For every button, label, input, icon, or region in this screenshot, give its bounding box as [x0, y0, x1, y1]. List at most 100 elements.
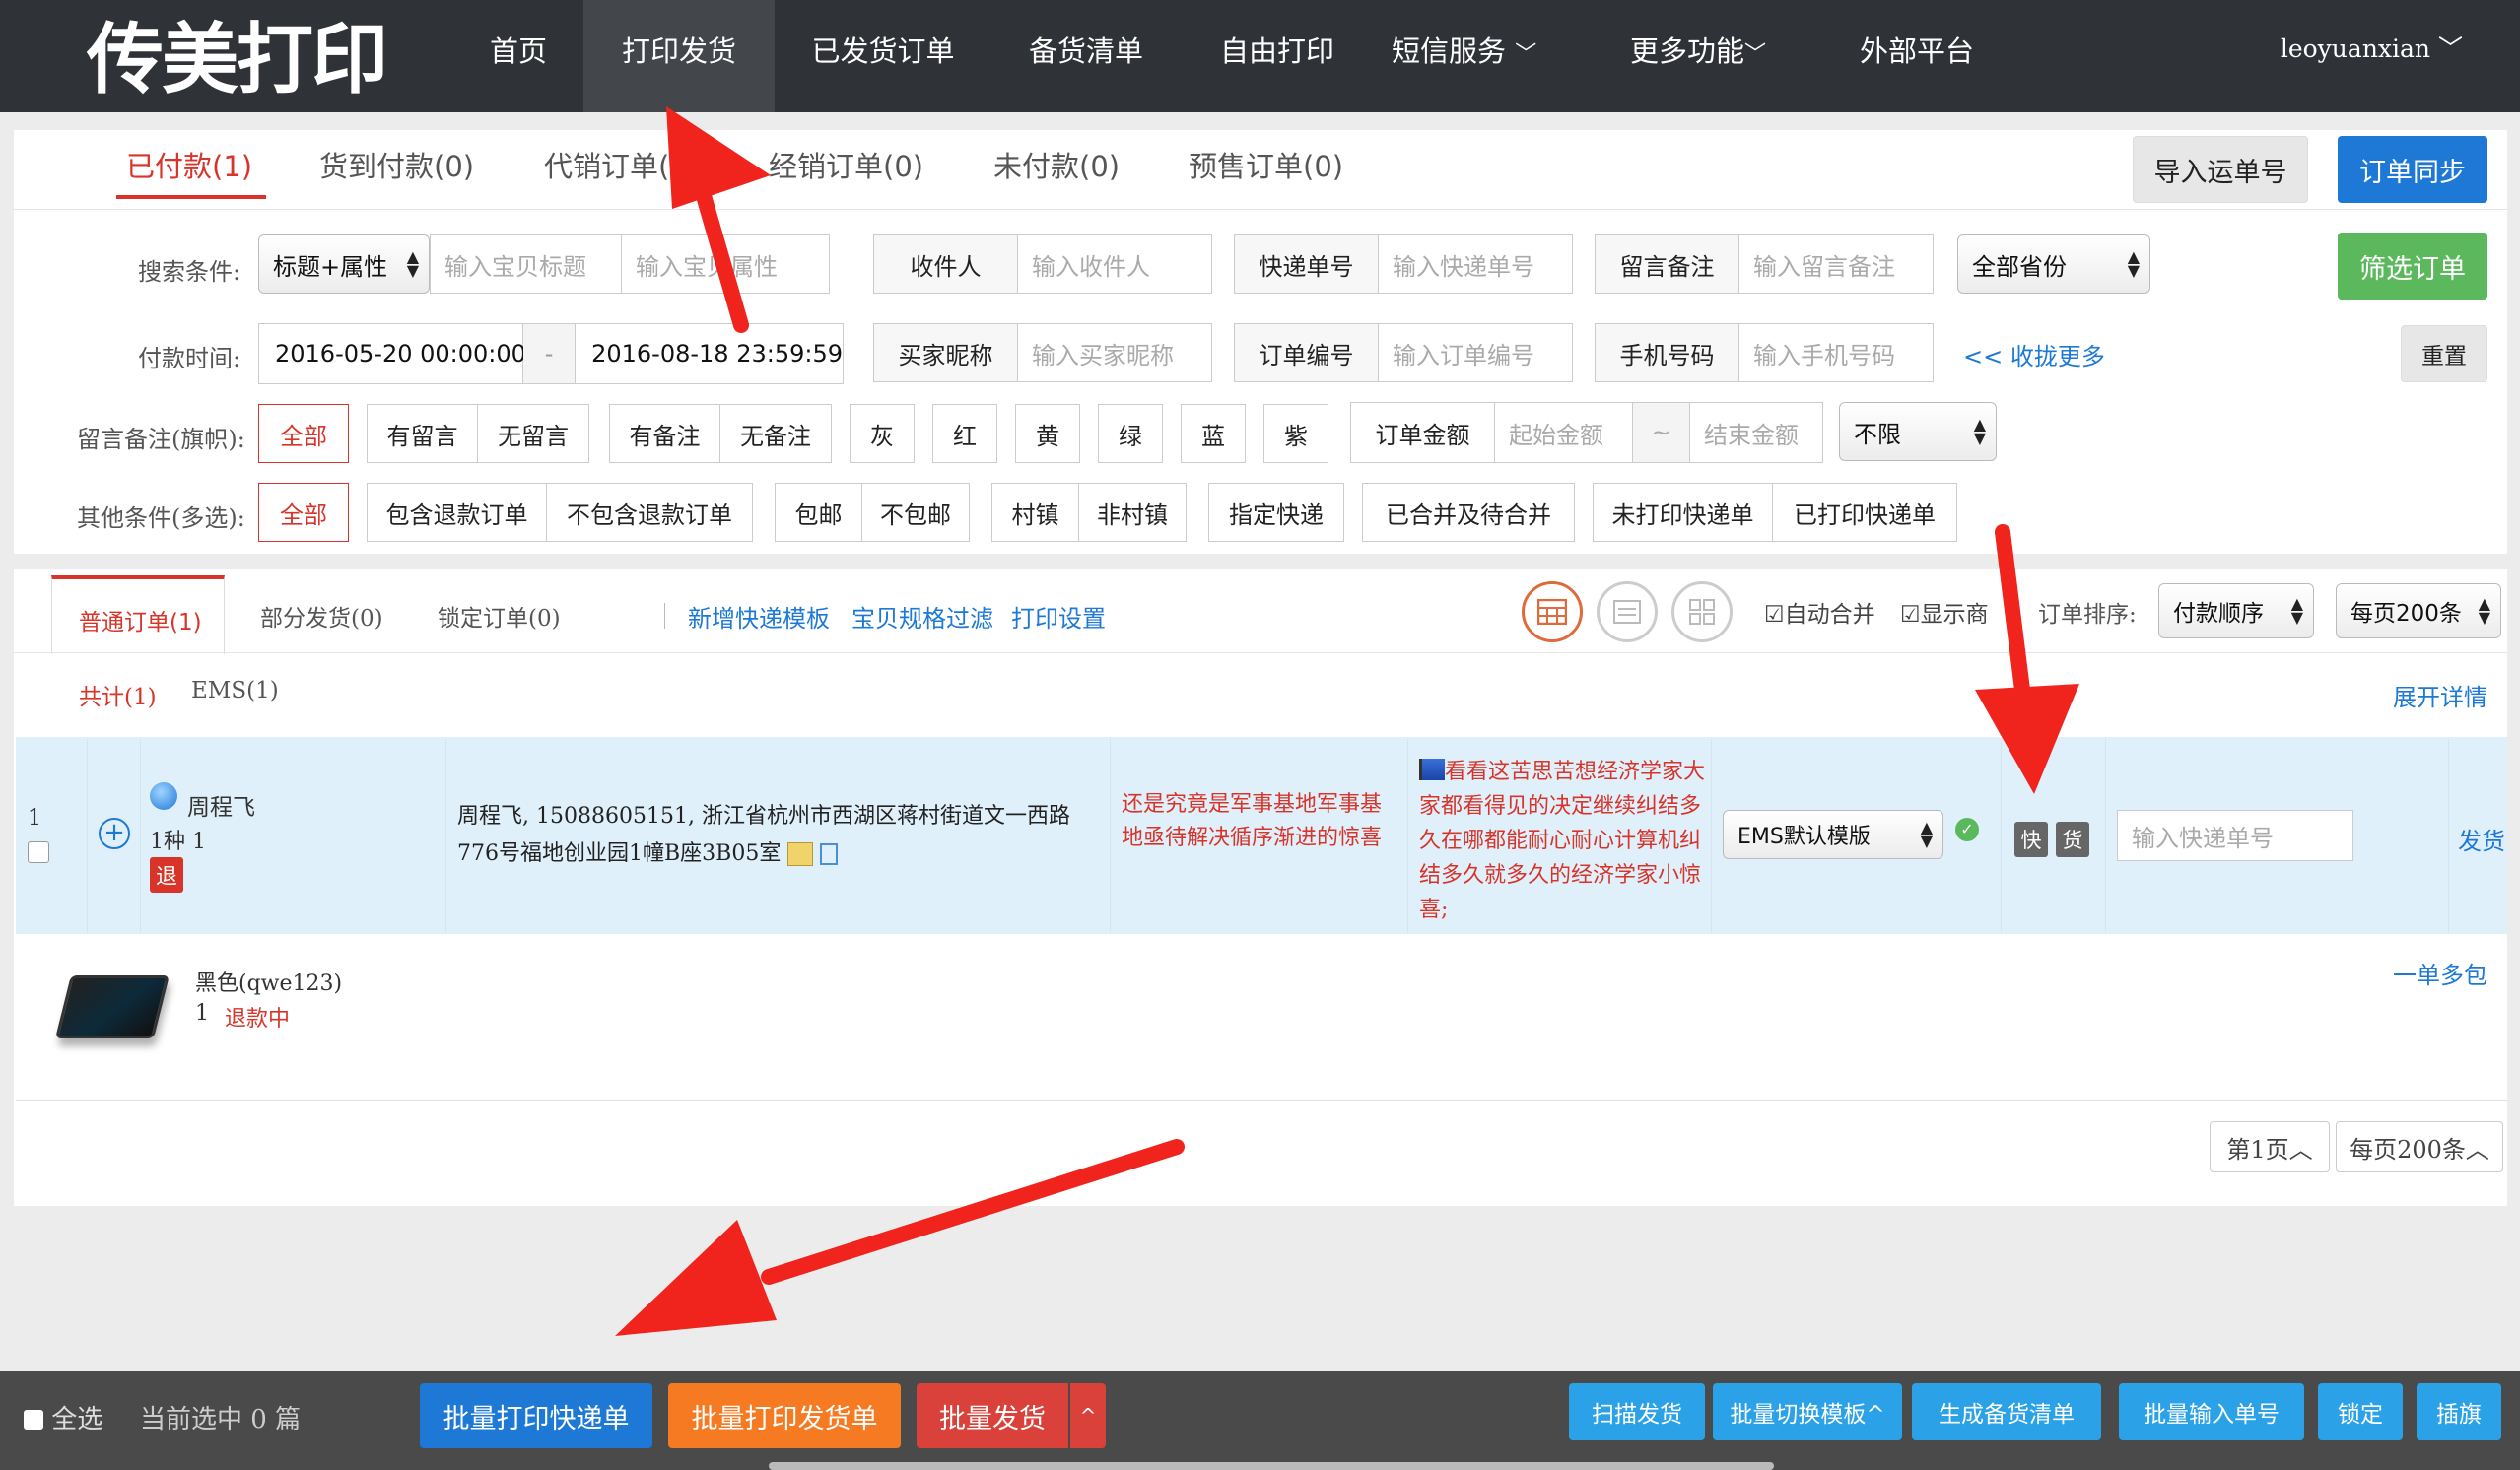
generate-stock-list-button[interactable]: 生成备货清单	[1912, 1383, 2101, 1440]
flag-gray-chip[interactable]: 灰	[850, 404, 915, 463]
no-remark-chip[interactable]: 无备注	[720, 405, 831, 462]
copy-icon[interactable]	[820, 843, 839, 865]
time-to-input[interactable]: 2016-08-18 23:59:59	[576, 340, 843, 368]
spec-filter-link[interactable]: 宝贝规格过滤	[851, 599, 993, 634]
buyer-name[interactable]: 周程飞	[187, 788, 255, 822]
tab-consign[interactable]: 代销订单(0)	[544, 144, 699, 185]
subtab-normal[interactable]: 普通订单(1)	[79, 603, 202, 636]
nav-shipped-orders[interactable]: 已发货订单	[788, 0, 978, 112]
select-all-checkbox[interactable]: 全选	[24, 1399, 102, 1436]
horizontal-scrollbar[interactable]	[769, 1462, 1774, 1470]
flag-green-chip[interactable]: 绿	[1098, 404, 1163, 463]
tab-unpaid[interactable]: 未付款(0)	[993, 144, 1120, 185]
note-field[interactable]: 留言备注 输入留言备注	[1595, 234, 1934, 294]
subtab-partial[interactable]: 部分发货(0)	[260, 599, 383, 633]
subtab-locked[interactable]: 锁定订单(0)	[438, 599, 561, 633]
exclude-refund-chip[interactable]: 不包含退款订单	[547, 484, 752, 541]
scan-ship-button[interactable]: 扫描发货	[1569, 1383, 1705, 1440]
order-no-field[interactable]: 订单编号 输入订单编号	[1234, 323, 1573, 382]
printed-express-chip[interactable]: 已打印快递单	[1773, 484, 1956, 541]
grid-view-icon[interactable]	[1671, 581, 1733, 642]
nav-home[interactable]: 首页	[463, 0, 574, 112]
print-settings-link[interactable]: 打印设置	[1011, 599, 1106, 634]
show-merchant-checkbox[interactable]: ☑显示商	[1900, 595, 1989, 629]
nav-more[interactable]: 更多功能﹀	[1630, 0, 1798, 112]
page-select[interactable]: 第1页 ︿	[2210, 1121, 2330, 1172]
include-refund-chip[interactable]: 包含退款订单	[368, 484, 547, 541]
merged-chip[interactable]: 已合并及待合并	[1362, 483, 1575, 542]
tab-presale[interactable]: 预售订单(0)	[1189, 144, 1343, 185]
batch-switch-template-button[interactable]: 批量切换模板^	[1713, 1383, 1902, 1440]
village-chip[interactable]: 村镇	[992, 484, 1079, 541]
batch-print-invoice-button[interactable]: 批量打印发货单	[668, 1383, 901, 1448]
flag-blue-chip[interactable]: 蓝	[1181, 404, 1246, 463]
no-message-chip[interactable]: 无留言	[478, 405, 588, 462]
per-page-select[interactable]: 每页200条 ▲ ▼	[2336, 583, 2501, 638]
condition-select[interactable]: 标题+属性 ▲ ▼	[258, 234, 430, 294]
non-village-chip[interactable]: 非村镇	[1079, 484, 1186, 541]
lock-button[interactable]: 锁定	[2318, 1383, 2403, 1440]
nav-print-ship[interactable]: 打印发货	[583, 0, 775, 112]
filter-orders-button[interactable]: 筛选订单	[2338, 233, 2487, 300]
sort-select[interactable]: 付款顺序 ▲ ▼	[2158, 583, 2314, 638]
flag-red-chip[interactable]: 红	[932, 404, 997, 463]
express-no-field[interactable]: 快递单号 输入快递单号	[1234, 234, 1573, 294]
express-tag[interactable]: 快	[2014, 822, 2048, 857]
nav-external[interactable]: 外部平台	[1853, 0, 1981, 112]
other-all-chip[interactable]: 全部	[258, 483, 349, 542]
buyer-nick-field[interactable]: 买家昵称 输入买家昵称	[873, 323, 1212, 382]
time-from-input[interactable]: 2016-05-20 00:00:00	[259, 324, 526, 383]
batch-input-no-button[interactable]: 批量输入单号	[2119, 1383, 2304, 1440]
edit-icon[interactable]	[787, 842, 814, 866]
tab-cod[interactable]: 货到付款(0)	[319, 144, 474, 185]
ems-count[interactable]: EMS(1)	[191, 678, 279, 703]
recipient-address[interactable]: 周程飞, 15088605151, 浙江省杭州市西湖区蒋村街道文一西路776号福…	[457, 798, 1100, 873]
amount-to-input[interactable]: 结束金额	[1690, 416, 1799, 450]
total-count[interactable]: 共计(1)	[79, 678, 157, 711]
has-remark-chip[interactable]: 有备注	[610, 405, 720, 462]
user-menu[interactable]: leoyuanxian ﹀	[2281, 0, 2463, 99]
province-select[interactable]: 全部省份 ▲ ▼	[1957, 234, 2150, 294]
no-free-shipping-chip[interactable]: 不包邮	[862, 484, 969, 541]
page-size-select[interactable]: 每页200条 ︿	[2336, 1121, 2503, 1172]
unprinted-express-chip[interactable]: 未打印快递单	[1594, 484, 1773, 541]
product-thumbnail[interactable]	[55, 975, 170, 1038]
collapse-more-link[interactable]: << 收拢更多	[1963, 337, 2105, 371]
nav-sms[interactable]: 短信服务 ﹀	[1392, 0, 1573, 112]
free-shipping-chip[interactable]: 包邮	[776, 484, 862, 541]
import-waybill-button[interactable]: 导入运单号	[2133, 136, 2308, 203]
flag-purple-chip[interactable]: 紫	[1263, 404, 1328, 463]
has-message-chip[interactable]: 有留言	[368, 405, 478, 462]
flag-button[interactable]: 插旗	[2417, 1383, 2501, 1440]
express-number-input[interactable]: 输入快递单号	[2117, 810, 2353, 861]
plus-icon[interactable]: +	[99, 818, 130, 849]
row-checkbox[interactable]	[28, 841, 49, 863]
logo[interactable]: 传美打印	[87, 4, 388, 104]
nav-free-print[interactable]: 自由打印	[1192, 0, 1362, 112]
recipient-field[interactable]: 收件人 输入收件人	[873, 234, 1212, 294]
expand-details-link[interactable]: 展开详情	[2393, 678, 2487, 712]
goods-tag[interactable]: 货	[2056, 822, 2089, 857]
batch-print-express-button[interactable]: 批量打印快递单	[420, 1383, 652, 1448]
template-select[interactable]: EMS默认模版 ▲ ▼	[1723, 810, 1943, 859]
note-all-chip[interactable]: 全部	[258, 404, 349, 463]
ship-link[interactable]: 发货	[2458, 822, 2505, 856]
amount-limit-select[interactable]: 不限 ▲ ▼	[1839, 402, 1997, 461]
attr-input[interactable]: 输入宝贝属性	[622, 247, 778, 282]
batch-ship-button[interactable]: 批量发货	[917, 1383, 1068, 1448]
sync-orders-button[interactable]: 订单同步	[2338, 136, 2487, 203]
auto-merge-checkbox[interactable]: ☑自动合并	[1764, 595, 1875, 629]
reset-button[interactable]: 重置	[2401, 325, 2487, 382]
phone-field[interactable]: 手机号码 输入手机号码	[1595, 323, 1934, 382]
nav-stock-list[interactable]: 备货清单	[1005, 0, 1167, 112]
tab-paid[interactable]: 已付款(1)	[126, 144, 252, 185]
amount-from-input[interactable]: 起始金额	[1495, 403, 1633, 462]
batch-ship-dropdown[interactable]: ^	[1070, 1383, 1106, 1448]
add-express-template-link[interactable]: 新增快递模板	[688, 599, 830, 634]
multi-package-link[interactable]: 一单多包	[2393, 956, 2487, 990]
title-input[interactable]: 输入宝贝标题	[431, 235, 622, 293]
flag-yellow-chip[interactable]: 黄	[1015, 404, 1080, 463]
tab-distribution[interactable]: 经销订单(0)	[769, 144, 923, 185]
table-view-icon[interactable]	[1522, 581, 1583, 642]
list-view-icon[interactable]	[1597, 581, 1658, 642]
